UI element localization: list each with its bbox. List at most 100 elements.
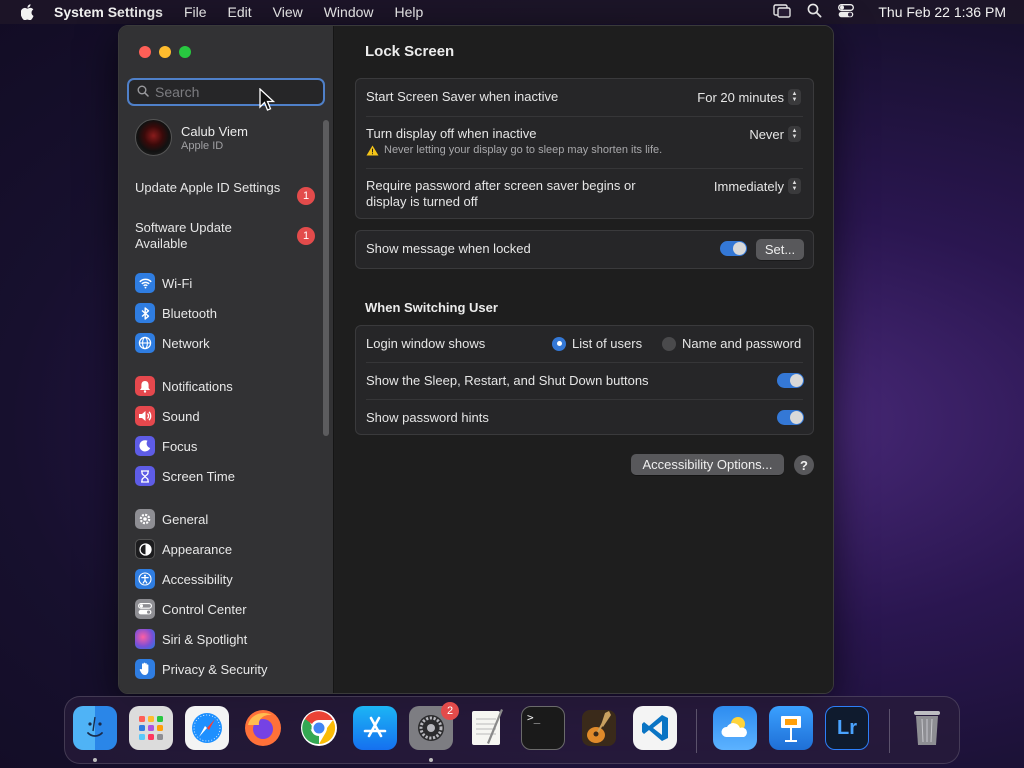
sidebar-scrollbar[interactable] [323, 120, 329, 436]
apple-menu-icon[interactable] [10, 4, 44, 20]
display-off-row: Turn display off when inactive Never let… [356, 126, 813, 160]
sleep-buttons-row: Show the Sleep, Restart, and Shut Down b… [356, 373, 813, 393]
update-apple-id-notice[interactable]: Update Apple ID Settings 1 [135, 180, 315, 205]
sidebar-item-label: Sound [162, 408, 200, 424]
software-update-notice[interactable]: Software Update Available 1 [135, 220, 315, 252]
siri-icon [135, 629, 155, 649]
dock-keynote-icon[interactable] [769, 706, 813, 750]
appearance-icon [135, 539, 155, 559]
sidebar-item-label: Control Center [162, 601, 247, 617]
dock-firefox-icon[interactable] [241, 706, 285, 750]
display-off-popup[interactable]: Never ▲ ▼ [749, 126, 801, 142]
hand-icon [135, 659, 155, 679]
sound-icon [135, 406, 155, 426]
dock-weather-icon[interactable] [713, 706, 757, 750]
file-menu[interactable]: File [184, 4, 207, 20]
dock-system-settings-icon[interactable]: 2 [409, 702, 459, 750]
sidebar-item-network[interactable]: Network [135, 330, 210, 356]
dock-textedit-icon[interactable] [465, 706, 509, 750]
sidebar-item-sound[interactable]: Sound [135, 403, 200, 429]
popup-arrows-icon: ▲ ▼ [788, 89, 801, 105]
sidebar-item-screen-time[interactable]: Screen Time [135, 463, 235, 489]
sidebar-item-label: Privacy & Security [162, 661, 268, 677]
gear-icon [135, 509, 155, 529]
login-window-label: Login window shows [366, 336, 486, 351]
sidebar-item-label: Notifications [162, 378, 233, 394]
search-input[interactable] [155, 84, 305, 100]
sleep-buttons-toggle[interactable] [777, 373, 804, 388]
bluetooth-icon [135, 303, 155, 323]
switching-user-title: When Switching User [365, 300, 498, 315]
help-menu[interactable]: Help [395, 4, 424, 20]
view-menu[interactable]: View [273, 4, 303, 20]
screen-mirroring-icon[interactable] [773, 3, 792, 21]
dock-launchpad-icon[interactable] [129, 706, 173, 750]
radio-label: Name and password [682, 336, 802, 351]
screen-saver-popup[interactable]: For 20 minutes ▲ ▼ [697, 89, 801, 105]
sidebar-item-wifi[interactable]: Wi-Fi [135, 270, 192, 296]
user-name: Calub Viem [181, 123, 248, 139]
dock-safari-icon[interactable] [185, 706, 229, 750]
show-message-group: Show message when locked Set... [355, 230, 814, 269]
require-password-popup[interactable]: Immediately ▲ ▼ [714, 178, 801, 194]
help-button[interactable]: ? [794, 455, 814, 475]
control-center-icon [135, 599, 155, 619]
display-off-warning: Never letting your display go to sleep m… [366, 144, 803, 156]
app-name-menu[interactable]: System Settings [54, 4, 163, 20]
sidebar-item-label: Siri & Spotlight [162, 631, 248, 647]
wifi-icon [135, 273, 155, 293]
password-hints-toggle[interactable] [777, 410, 804, 425]
control-center-icon[interactable] [838, 3, 855, 21]
close-window-button[interactable] [139, 46, 151, 58]
radio-name-and-password[interactable]: Name and password [662, 336, 801, 351]
sidebar-item-appearance[interactable]: Appearance [135, 536, 232, 562]
sidebar-item-label: Focus [162, 438, 198, 454]
sidebar-item-siri-spotlight[interactable]: Siri & Spotlight [135, 626, 247, 652]
show-message-toggle[interactable] [720, 241, 747, 256]
dock-app-store-icon[interactable] [353, 706, 397, 750]
screen-time-icon [135, 466, 155, 486]
sidebar-item-label: Wi-Fi [162, 275, 193, 291]
accessibility-options-button[interactable]: Accessibility Options... [631, 454, 784, 475]
apple-id-account[interactable]: Calub Viem Apple ID [135, 119, 248, 156]
notice-label: Software Update Available [135, 220, 232, 251]
set-message-button[interactable]: Set... [756, 239, 804, 260]
sidebar-item-notifications[interactable]: Notifications [135, 373, 233, 399]
dock-garageband-icon[interactable] [577, 706, 621, 750]
avatar [135, 119, 172, 156]
window-menu[interactable]: Window [324, 4, 374, 20]
radio-list-of-users[interactable]: List of users [552, 336, 642, 351]
lock-screen-pane: Lock Screen Start Screen Saver when inac… [335, 26, 833, 693]
sidebar-item-accessibility[interactable]: Accessibility [135, 566, 233, 592]
dock-finder-icon[interactable] [73, 706, 117, 750]
dock-separator [696, 709, 697, 753]
dock-separator [889, 709, 890, 753]
menubar-clock[interactable]: Thu Feb 22 1:36 PM [878, 4, 1006, 20]
divider [366, 116, 803, 117]
dock-settings-badge: 2 [441, 702, 459, 720]
zoom-window-button[interactable] [179, 46, 191, 58]
dock-lightroom-icon[interactable]: Lr [825, 706, 869, 750]
sidebar-item-focus[interactable]: Focus [135, 433, 197, 459]
minimize-window-button[interactable] [159, 46, 171, 58]
sidebar-item-general[interactable]: General [135, 506, 208, 532]
dock-terminal-icon[interactable]: >_ [521, 706, 565, 750]
show-message-label: Show message when locked [366, 241, 531, 256]
edit-menu[interactable]: Edit [228, 4, 252, 20]
popup-arrows-icon: ▲ ▼ [788, 178, 801, 194]
sidebar-item-bluetooth[interactable]: Bluetooth [135, 300, 217, 326]
search-field[interactable] [127, 78, 325, 106]
dock-chrome-icon[interactable] [297, 706, 341, 750]
dock-running-indicator [93, 758, 97, 762]
sidebar-item-label: Appearance [162, 541, 233, 557]
switching-user-group: Login window shows List of users Name an… [355, 325, 814, 435]
dock-trash-icon[interactable] [905, 706, 949, 750]
sidebar-item-label: General [162, 511, 209, 527]
require-password-value: Immediately [713, 178, 784, 194]
sidebar-item-control-center[interactable]: Control Center [135, 596, 247, 622]
sidebar: Calub Viem Apple ID Update Apple ID Sett… [119, 26, 334, 693]
sidebar-item-privacy-security[interactable]: Privacy & Security [135, 656, 267, 682]
page-title: Lock Screen [365, 43, 455, 60]
dock-vscode-icon[interactable] [633, 706, 677, 750]
spotlight-search-icon[interactable] [807, 3, 822, 21]
